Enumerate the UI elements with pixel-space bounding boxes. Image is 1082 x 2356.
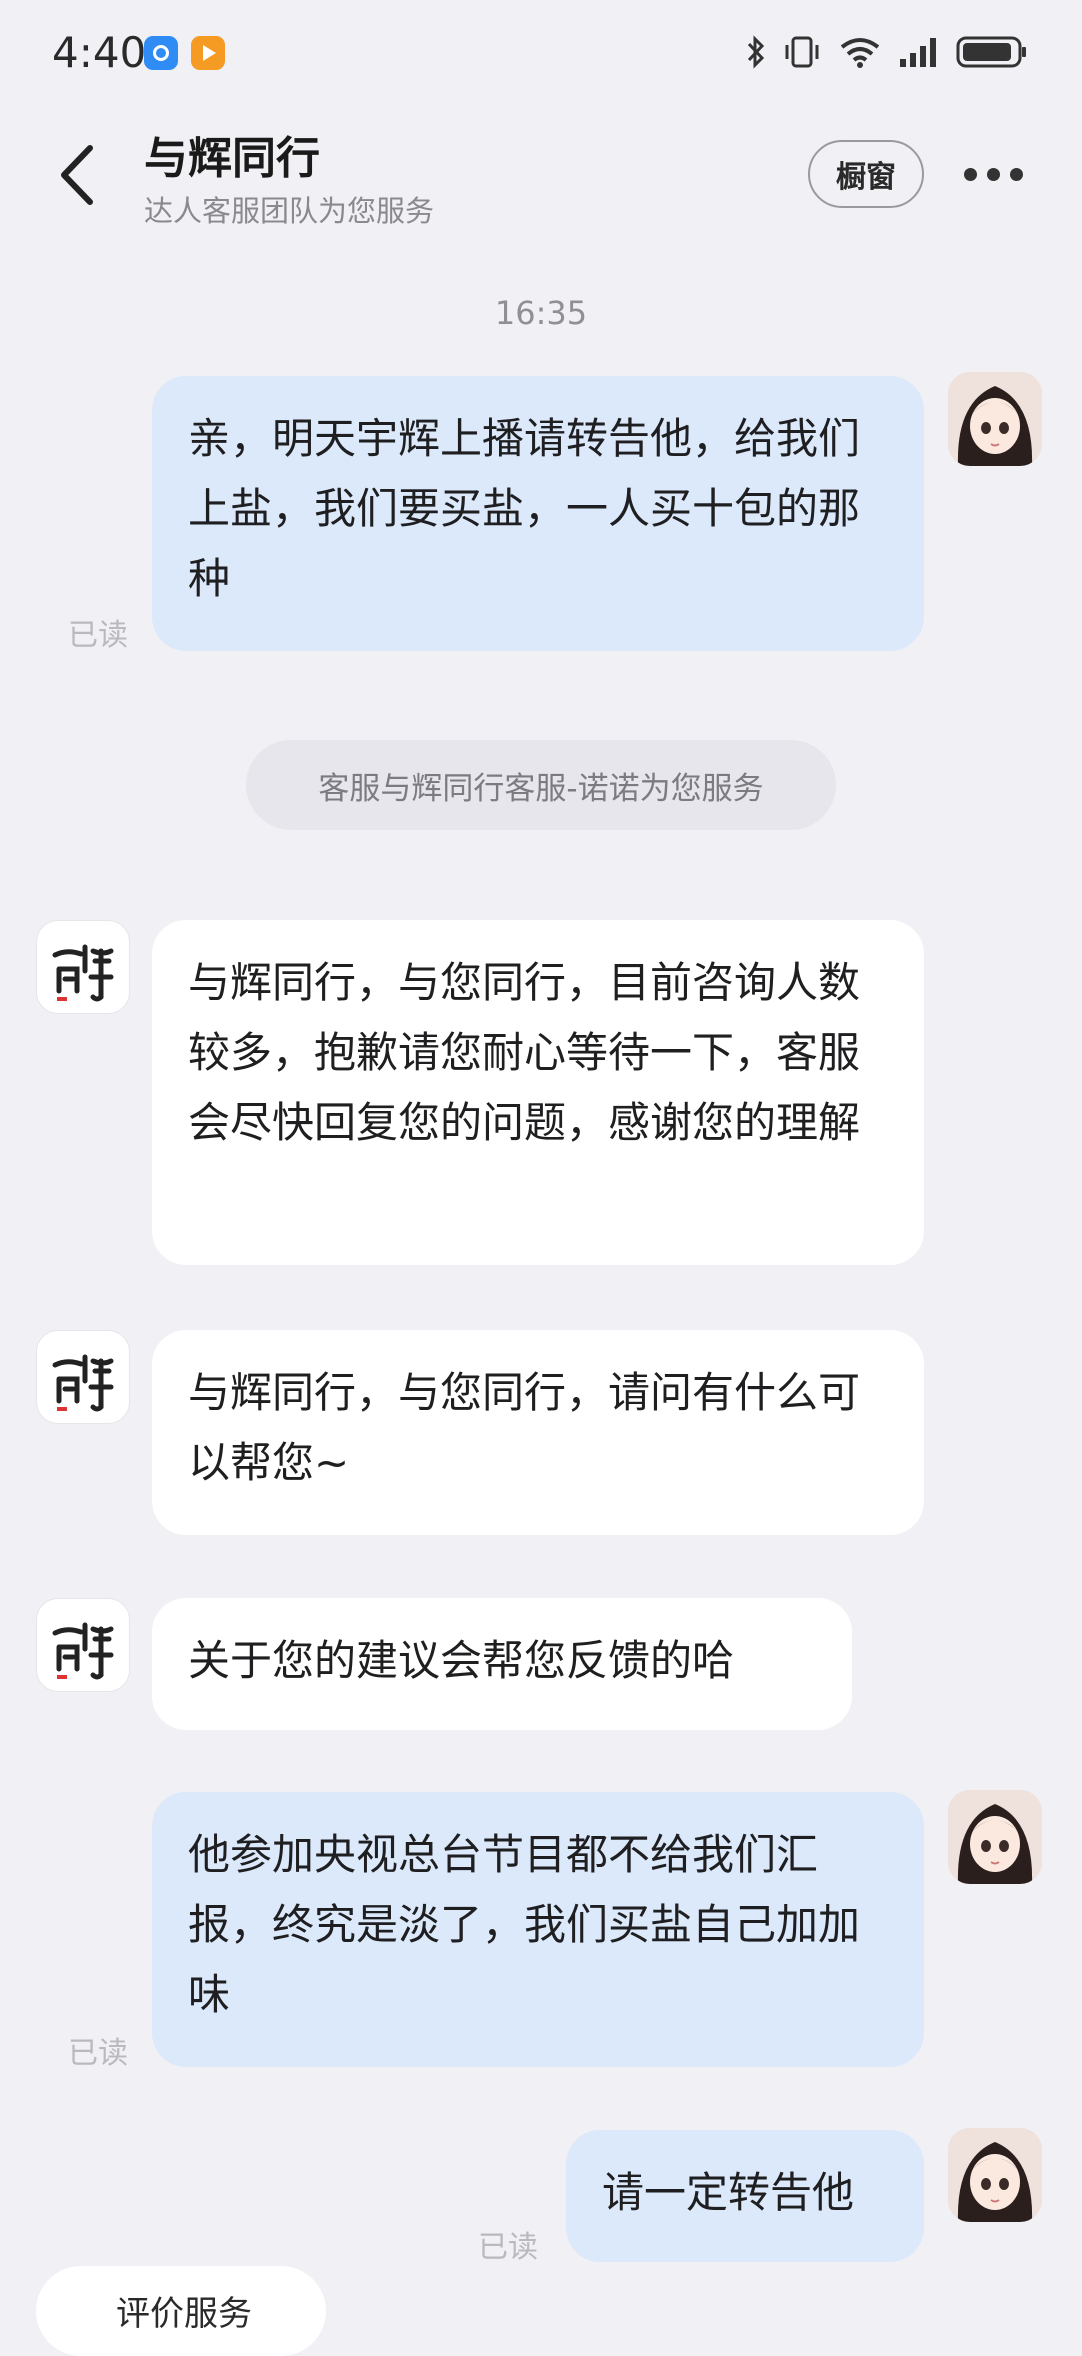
user-avatar-illustration [948, 2128, 1042, 2222]
more-options-icon[interactable] [964, 160, 1028, 188]
agent-avatar[interactable] [36, 920, 130, 1014]
signal-icon [900, 38, 936, 67]
brand-logo-icon [52, 944, 114, 1002]
vibrate-icon [785, 36, 819, 68]
user-message-bubble[interactable]: 亲，明天宇辉上播请转告他，给我们上盐，我们要买盐，一人买十包的那种 [152, 376, 924, 651]
agent-message-bubble[interactable]: 关于您的建议会帮您反馈的哈 [152, 1598, 852, 1730]
battery-icon [956, 36, 1026, 68]
shop-window-button[interactable]: 橱窗 [808, 140, 924, 208]
page-title: 与辉同行 [144, 133, 320, 184]
user-avatar[interactable] [948, 1790, 1042, 1884]
chat-timestamp: 16:35 [494, 294, 588, 332]
user-avatar-illustration [948, 372, 1042, 466]
chat-header: 与辉同行 达人客服团队为您服务 橱窗 [0, 110, 1082, 260]
user-avatar[interactable] [948, 2128, 1042, 2222]
user-message-bubble[interactable]: 他参加央视总台节目都不给我们汇报，终究是淡了，我们买盐自己加加味 [152, 1792, 924, 2067]
browser-icon [144, 36, 178, 70]
brand-logo-icon [52, 1354, 114, 1412]
page-subtitle: 达人客服团队为您服务 [144, 194, 435, 228]
brand-logo-icon [52, 1622, 114, 1680]
agent-avatar[interactable] [36, 1330, 130, 1424]
agent-message-bubble[interactable]: 与辉同行，与您同行，请问有什么可以帮您~ [152, 1330, 924, 1535]
rate-service-button[interactable]: 评价服务 [36, 2266, 326, 2356]
video-app-icon [191, 36, 225, 70]
status-bar: 4:40 [0, 0, 1082, 110]
system-notice: 客服与辉同行客服-诺诺为您服务 [246, 740, 836, 830]
status-time: 4:40 [52, 28, 147, 77]
back-arrow-icon[interactable] [48, 140, 108, 210]
read-receipt: 已读 [68, 618, 128, 653]
read-receipt: 已读 [478, 2230, 538, 2265]
bluetooth-icon [747, 35, 765, 69]
user-avatar-illustration [948, 1790, 1042, 1884]
agent-avatar[interactable] [36, 1598, 130, 1692]
user-message-bubble[interactable]: 请一定转告他 [566, 2130, 924, 2262]
user-avatar[interactable] [948, 372, 1042, 466]
agent-message-bubble[interactable]: 与辉同行，与您同行，目前咨询人数较多，抱歉请您耐心等待一下，客服会尽快回复您的问… [152, 920, 924, 1265]
wifi-icon [840, 38, 880, 68]
read-receipt: 已读 [68, 2036, 128, 2071]
